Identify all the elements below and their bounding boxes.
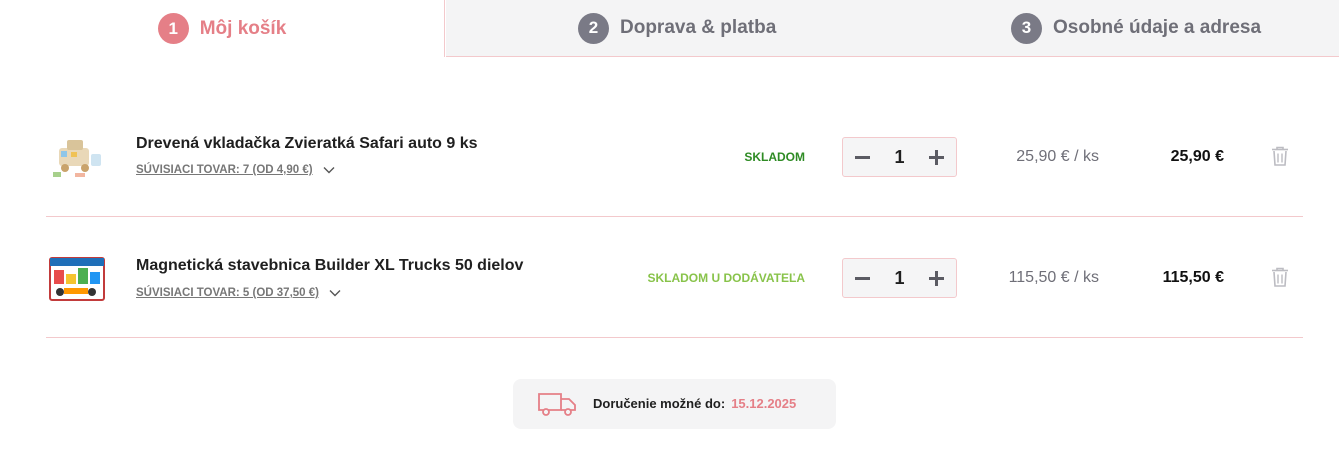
chevron-down-icon bbox=[323, 167, 335, 174]
related-products-label: SÚVISIACI TOVAR: 5 (OD 37,50 €) bbox=[136, 287, 319, 299]
checkout-steps: 1 Môj košík 2 Doprava & platba 3 Osobné … bbox=[0, 0, 1339, 57]
step-label: Doprava & platba bbox=[620, 17, 777, 38]
plus-icon[interactable] bbox=[928, 270, 945, 287]
product-image[interactable] bbox=[46, 250, 108, 306]
cart-item: Drevená vkladačka Zvieratká Safari auto … bbox=[46, 96, 1303, 217]
minus-icon[interactable] bbox=[854, 270, 871, 287]
line-total: 25,90 € bbox=[1170, 148, 1224, 165]
step-number: 3 bbox=[1011, 12, 1042, 44]
product-name[interactable]: Drevená vkladačka Zvieratká Safari auto … bbox=[136, 135, 478, 153]
minus-icon[interactable] bbox=[854, 149, 871, 166]
product-name[interactable]: Magnetická stavebnica Builder XL Trucks … bbox=[136, 257, 523, 275]
step-shipping-payment[interactable]: 2 Doprava & platba bbox=[578, 0, 776, 56]
trash-icon[interactable] bbox=[1270, 145, 1290, 167]
quantity-value[interactable]: 1 bbox=[894, 147, 904, 168]
quantity-value[interactable]: 1 bbox=[894, 268, 904, 289]
step-personal-address[interactable]: 3 Osobné údaje a adresa bbox=[1011, 0, 1261, 56]
delivery-date: 15.12.2025 bbox=[731, 396, 797, 411]
truck-icon bbox=[538, 393, 576, 416]
quantity-stepper: 1 bbox=[842, 137, 957, 177]
trash-icon[interactable] bbox=[1270, 266, 1290, 288]
step-number: 1 bbox=[157, 13, 189, 44]
related-products-toggle[interactable]: SÚVISIACI TOVAR: 7 (OD 4,90 €) bbox=[136, 163, 336, 177]
product-image[interactable] bbox=[46, 129, 108, 185]
delivery-text: Doručenie možné do: 15.12.2025 bbox=[593, 395, 796, 413]
plus-icon[interactable] bbox=[928, 149, 945, 166]
delivery-info: Doručenie možné do: 15.12.2025 bbox=[513, 379, 836, 429]
step-label: Osobné údaje a adresa bbox=[1053, 17, 1262, 38]
unit-price: 115,50 € / ks bbox=[1008, 269, 1099, 286]
line-total: 115,50 € bbox=[1162, 269, 1224, 286]
quantity-stepper: 1 bbox=[842, 258, 957, 298]
related-products-label: SÚVISIACI TOVAR: 7 (OD 4,90 €) bbox=[136, 164, 313, 176]
delivery-label: Doručenie možné do: bbox=[593, 396, 726, 411]
chevron-down-icon bbox=[329, 290, 341, 297]
stock-status: SKLADOM bbox=[744, 150, 805, 164]
step-shipping-payment-container: 2 Doprava & platba 3 Osobné údaje a adre… bbox=[446, 0, 1339, 57]
cart-item: Magnetická stavebnica Builder XL Trucks … bbox=[46, 217, 1303, 338]
unit-price: 25,90 € / ks bbox=[1016, 148, 1099, 165]
step-label: Môj košík bbox=[199, 17, 287, 39]
step-number: 2 bbox=[578, 12, 609, 44]
product-thumbnail bbox=[49, 257, 105, 301]
product-thumbnail bbox=[53, 140, 101, 177]
stock-status: SKLADOM U DODÁVATEĽA bbox=[647, 271, 805, 285]
related-products-toggle[interactable]: SÚVISIACI TOVAR: 5 (OD 37,50 €) bbox=[136, 286, 342, 300]
step-cart[interactable]: 1 Môj košík bbox=[0, 0, 445, 57]
